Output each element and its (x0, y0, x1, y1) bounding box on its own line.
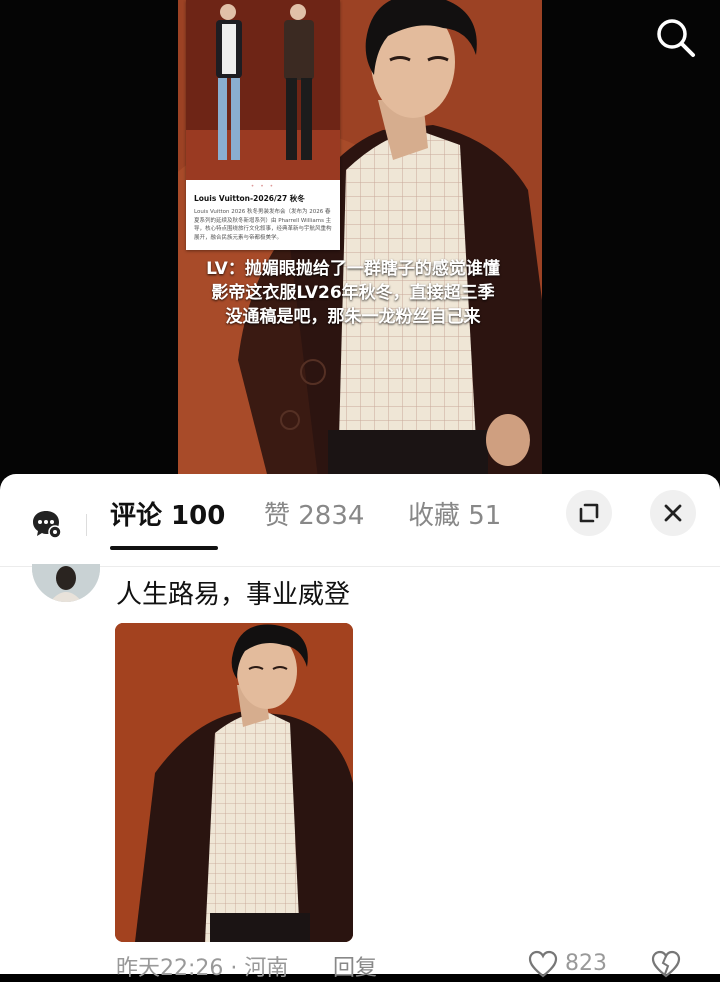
comment-photo-image (115, 623, 353, 942)
like-button[interactable]: 823 (528, 950, 607, 980)
inset-title: Louis Vuitton-2026/27 秋冬 (194, 194, 305, 203)
search-icon (657, 19, 695, 57)
caption-line: 影帝这衣服LV26年秋冬，直接超三季 (211, 283, 495, 303)
video-frame[interactable]: • • • Louis Vuitton-2026/27 秋冬 Louis Vui… (178, 0, 542, 478)
tab-comments[interactable]: 评论 100 (110, 496, 225, 536)
runway-photo (186, 0, 340, 180)
caption-line: 没通稿是吧，那朱一龙粉丝自己来 (225, 307, 481, 327)
fashion-show-inset: • • • Louis Vuitton-2026/27 秋冬 Louis Vui… (186, 0, 340, 250)
active-tab-indicator (110, 546, 218, 550)
heart-icon (528, 950, 558, 978)
like-count: 823 (565, 951, 607, 976)
expand-icon (579, 503, 599, 523)
expand-button[interactable] (566, 490, 612, 536)
chat-bubble-icon (33, 511, 62, 539)
close-icon (664, 504, 682, 522)
video-caption: LV：抛媚眼抛给了一群瞎子的感觉谁懂 影帝这衣服LV26年秋冬，直接超三季 没通… (188, 257, 518, 329)
comment-panel-header: 评论 100 赞 2834 收藏 51 (0, 474, 720, 567)
inset-description: Louis Vuitton 2026 秋冬男装发布会（发布为 2026 春夏系列… (194, 209, 332, 241)
tab-likes[interactable]: 赞 2834 (264, 496, 364, 536)
tab-favorites[interactable]: 收藏 51 (408, 496, 501, 536)
caption-line: LV：抛媚眼抛给了一群瞎子的感觉谁懂 (206, 259, 500, 279)
comment-timestamp: 昨天22:26 · 河南 (116, 956, 289, 981)
close-button[interactable] (650, 490, 696, 536)
dislike-button[interactable] (650, 950, 682, 982)
video-area[interactable]: • • • Louis Vuitton-2026/27 秋冬 Louis Vui… (0, 0, 720, 490)
chat-button[interactable] (32, 509, 62, 539)
reply-button[interactable]: 回复 (333, 950, 377, 982)
comment-photo[interactable] (115, 623, 353, 942)
comment-panel: 评论 100 赞 2834 收藏 51 (0, 474, 720, 974)
broken-heart-icon (651, 950, 681, 978)
search-button[interactable] (652, 14, 698, 60)
header-divider (86, 514, 87, 536)
carousel-dots: • • • (250, 183, 276, 190)
comment-text: 人生路易，事业威登 (116, 580, 351, 610)
